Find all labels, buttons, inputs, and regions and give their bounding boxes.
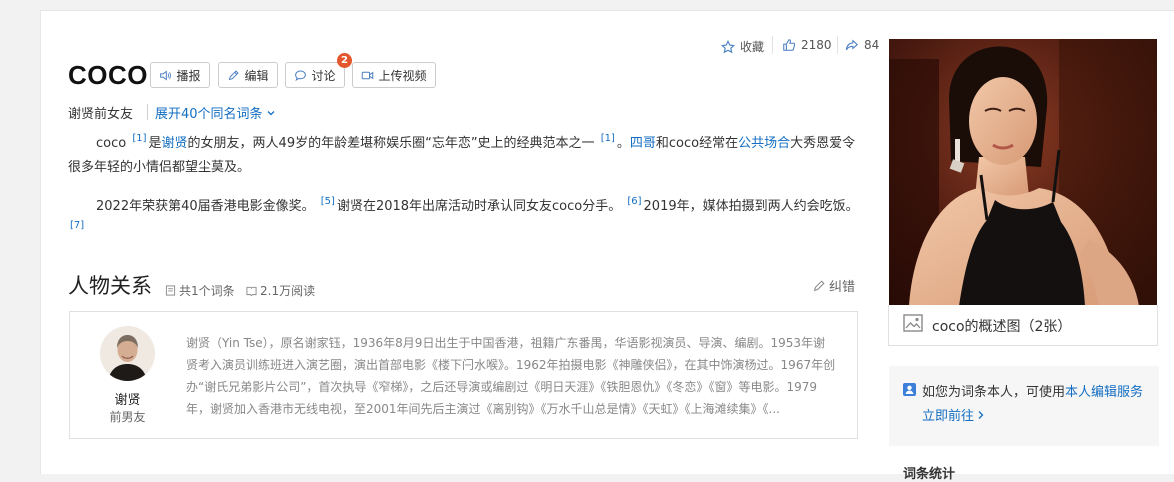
chevron-down-icon [267, 110, 275, 115]
share-count: 84 [864, 38, 880, 52]
speaker-icon [160, 69, 172, 81]
divider [772, 36, 773, 54]
chevron-right-icon [978, 410, 984, 419]
entry-subtitle: 谢贤前女友 [68, 107, 134, 122]
relation-person-name[interactable]: 谢贤 [100, 389, 155, 408]
favorite-button[interactable]: 收藏 [721, 38, 764, 55]
synonyms-expand-link[interactable]: 展开40个同名词条 [155, 103, 276, 122]
like-button[interactable]: 2180 [782, 38, 832, 52]
photo-caption[interactable]: coco的概述图（2张） [932, 316, 1071, 336]
entry-title: COCO [68, 60, 148, 90]
share-icon [845, 39, 859, 51]
text: coco [96, 136, 131, 151]
section-title: 人物关系 [68, 274, 152, 298]
broadcast-button[interactable]: 播报 [150, 62, 210, 88]
entry-count: 共1个词条 [165, 282, 235, 299]
text: 2022年荣获第40届香港电影金像奖。 [96, 199, 319, 214]
read-count-label: 2.1万阅读 [260, 284, 316, 298]
text: 的女朋友，两人49岁的年龄差堪称娱乐圈“忘年恋”史上的经典范本之一 [187, 136, 599, 151]
link-xie-xian[interactable]: 谢贤 [162, 136, 188, 151]
video-camera-icon [362, 71, 374, 79]
star-icon [721, 39, 735, 53]
discuss-label: 讨论 [311, 68, 336, 83]
favorite-label: 收藏 [740, 40, 765, 54]
summary-paragraph-2: 2022年荣获第40届香港电影金像奖。 [5] 谢贤在2018年出席活动时承认同女… [68, 195, 863, 243]
text: 2019年，媒体拍摄到两人约会吃饭。 [643, 199, 859, 214]
reference-link[interactable]: [6] [625, 196, 643, 207]
go-now-link[interactable]: 立即前往 [922, 405, 985, 424]
reference-link[interactable]: [1] [130, 133, 148, 144]
relation-type: 前男友 [109, 410, 146, 424]
portrait-image [889, 39, 1157, 306]
image-gallery-icon [903, 314, 923, 332]
edit-label: 编辑 [244, 68, 269, 83]
text: 是 [148, 136, 162, 151]
reference-link[interactable]: [7] [68, 220, 86, 231]
like-count: 2180 [801, 38, 832, 52]
reference-link[interactable]: [1] [599, 133, 617, 144]
discuss-count-badge: 2 [337, 53, 352, 68]
document-icon [165, 285, 176, 296]
synonyms-label: 展开40个同名词条 [155, 107, 263, 122]
relation-person-bio: 谢贤（Yin Tse），原名谢家钰，1936年8月9日出生于中国香港，祖籍广东番… [186, 336, 836, 416]
discuss-button[interactable]: 讨论 [285, 62, 345, 88]
chat-bubble-icon [295, 70, 307, 81]
edit-button[interactable]: 编辑 [218, 62, 278, 88]
broadcast-label: 播报 [176, 68, 201, 83]
link-si-ge[interactable]: 四哥 [630, 136, 656, 151]
summary-paragraph-1: coco [1] 是谢贤的女朋友，两人49岁的年龄差堪称娱乐圈“忘年恋”史上的经典… [68, 132, 863, 180]
entry-count-label: 共1个词条 [179, 284, 235, 298]
user-badge-icon [903, 383, 916, 396]
thumbs-up-icon [783, 39, 796, 51]
divider [837, 36, 838, 54]
pencil-icon [813, 279, 825, 291]
link-public-places[interactable]: 公共场合 [738, 136, 790, 151]
share-button[interactable]: 84 [845, 38, 879, 52]
go-now-label: 立即前往 [922, 409, 975, 424]
text: 谢贤在2018年出席活动时承认同女友coco分手。 [336, 199, 626, 214]
claim-text: 如您为词条本人，可使用 [922, 385, 1066, 400]
book-icon [246, 286, 257, 296]
pencil-icon [229, 69, 240, 80]
errata-label: 纠错 [829, 280, 856, 295]
text: 。 [616, 136, 630, 151]
person-photo-icon [100, 326, 155, 381]
read-count: 2.1万阅读 [246, 282, 315, 299]
avatar[interactable] [100, 326, 155, 381]
upload-video-button[interactable]: 上传视频 [352, 62, 436, 88]
divider [147, 104, 148, 120]
self-edit-service-link[interactable]: 本人编辑服务 [1065, 385, 1143, 400]
claim-entry-text: 如您为词条本人，可使用本人编辑服务 [922, 381, 1143, 400]
text: 和coco经常在 [655, 136, 739, 151]
overview-photo[interactable] [889, 39, 1157, 306]
errata-button[interactable]: 纠错 [812, 276, 855, 295]
reference-link[interactable]: [5] [319, 196, 337, 207]
upload-video-label: 上传视频 [378, 68, 427, 83]
